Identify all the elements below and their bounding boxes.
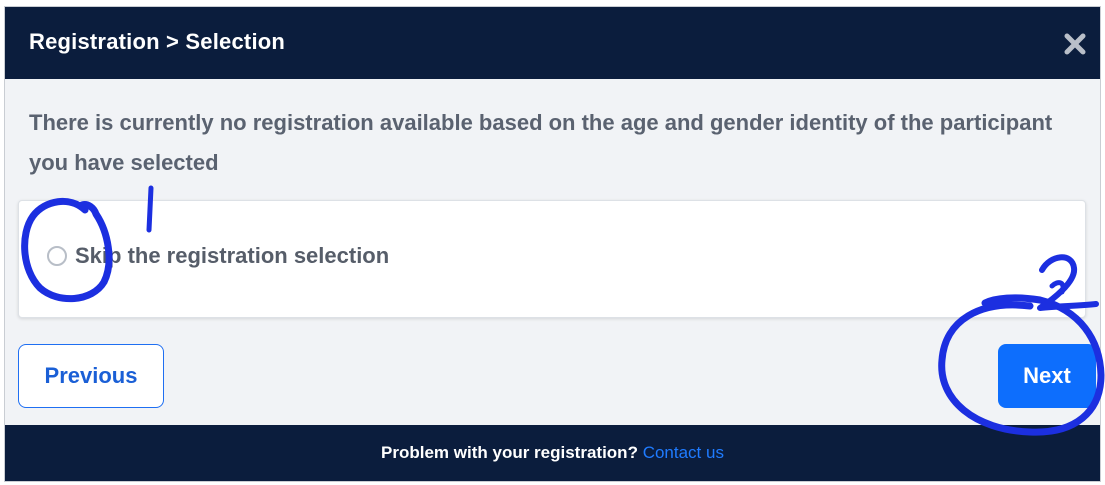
modal-footer: Problem with your registration? Contact … [5,425,1100,481]
registration-option-card: Skip the registration selection [18,200,1086,318]
skip-registration-label: Skip the registration selection [75,243,390,268]
no-registration-message: There is currently no registration avail… [29,110,1053,175]
contact-us-link[interactable]: Contact us [643,443,724,462]
previous-button[interactable]: Previous [18,344,164,408]
registration-modal: Registration > Selection There is curren… [4,6,1101,482]
close-icon [1064,33,1086,55]
skip-registration-option[interactable]: Skip the registration selection [47,243,389,269]
close-button[interactable] [1062,31,1088,57]
footer-text: Problem with your registration? [381,443,638,462]
skip-registration-radio[interactable] [47,246,67,266]
modal-header: Registration > Selection [5,7,1100,79]
next-button[interactable]: Next [998,344,1096,408]
modal-title: Registration > Selection [29,29,286,54]
